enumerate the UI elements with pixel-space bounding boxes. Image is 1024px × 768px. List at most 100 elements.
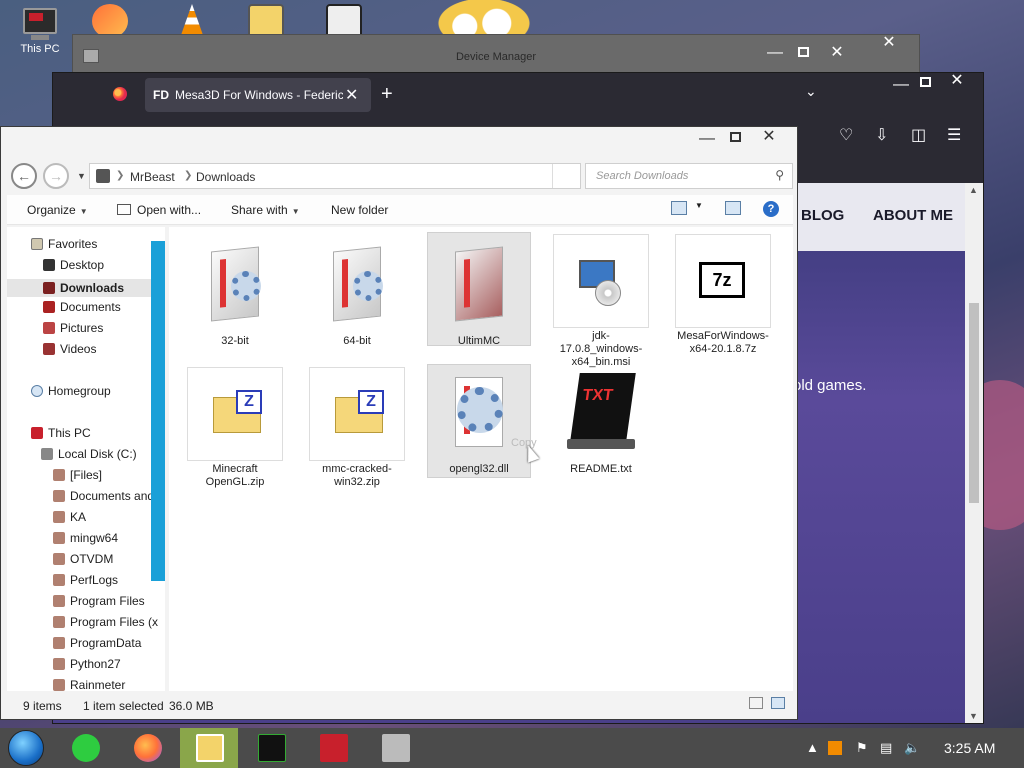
desktop-app-icon[interactable] bbox=[248, 4, 284, 38]
breadcrumb-user[interactable]: MrBeast bbox=[130, 170, 175, 184]
taskbar-app[interactable] bbox=[304, 728, 362, 768]
nav-blog-link[interactable]: BLOG bbox=[801, 207, 844, 224]
minimize-button[interactable]: — bbox=[763, 45, 787, 65]
nav-documents[interactable]: Documents bbox=[43, 300, 121, 314]
taskbar-app[interactable] bbox=[118, 728, 176, 768]
taskbar: ▲ ⚑ ▤ 🔈 3:25 AM bbox=[0, 728, 1024, 768]
volume-icon[interactable]: 🔈 bbox=[904, 740, 920, 756]
nav-folder[interactable]: OTVDM bbox=[53, 552, 113, 566]
vlc-icon[interactable] bbox=[180, 4, 204, 38]
file-item[interactable]: 7z MesaForWindows-x64-20.1.8.7z bbox=[675, 234, 771, 356]
scrollbar-thumb[interactable] bbox=[969, 303, 979, 503]
change-view-icon[interactable] bbox=[671, 201, 687, 215]
search-input[interactable]: Search Downloads ⚲ bbox=[585, 163, 793, 189]
share-with-button[interactable]: Share with ▼ bbox=[231, 203, 300, 217]
nav-downloads[interactable]: Downloads bbox=[7, 279, 151, 297]
tray-app-icon[interactable] bbox=[828, 741, 842, 755]
gear-icon bbox=[353, 271, 383, 301]
file-item[interactable]: 64-bit bbox=[309, 239, 405, 348]
nav-folder[interactable]: KA bbox=[53, 510, 86, 524]
file-item-selected[interactable]: opengl32.dll bbox=[431, 367, 527, 476]
nav-folder[interactable]: Program Files bbox=[53, 594, 145, 608]
close-button[interactable]: ✕ bbox=[945, 73, 969, 93]
file-item[interactable]: 32-bit bbox=[187, 239, 283, 348]
forward-button[interactable]: → bbox=[43, 163, 69, 189]
nav-this-pc[interactable]: This PC bbox=[31, 426, 91, 440]
taskbar-app-active[interactable] bbox=[180, 728, 238, 768]
taskbar-app[interactable] bbox=[366, 728, 424, 768]
new-tab-button[interactable]: + bbox=[381, 83, 393, 106]
search-placeholder: Search Downloads bbox=[596, 170, 689, 182]
nav-folder[interactable]: [Files] bbox=[53, 468, 102, 482]
network-icon[interactable]: ▤ bbox=[880, 740, 892, 756]
navigation-scrollbar[interactable] bbox=[151, 241, 165, 581]
extensions-icon[interactable]: ◫ bbox=[911, 125, 926, 145]
nav-folder[interactable]: Python27 bbox=[53, 657, 121, 671]
address-bar[interactable]: ❯ MrBeast ❯ Downloads bbox=[89, 163, 581, 189]
nav-desktop[interactable]: Desktop bbox=[43, 258, 104, 272]
tab-title: Mesa3D For Windows - Federico bbox=[175, 88, 343, 102]
flag-icon[interactable]: ⚑ bbox=[856, 740, 868, 756]
refresh-button[interactable] bbox=[552, 164, 580, 188]
details-view-icon[interactable] bbox=[749, 697, 763, 709]
file-explorer-window[interactable]: — ✕ ← → ▼ ❯ MrBeast ❯ Downloads Search D… bbox=[0, 126, 798, 720]
preview-pane-icon[interactable] bbox=[725, 201, 741, 215]
nav-pictures[interactable]: Pictures bbox=[43, 321, 103, 335]
tab-close-icon[interactable]: ✕ bbox=[345, 85, 358, 105]
minimize-button[interactable]: — bbox=[889, 77, 913, 97]
desktop-app-icon[interactable] bbox=[326, 4, 362, 38]
close-button[interactable]: ✕ bbox=[877, 35, 901, 55]
browser-tab[interactable]: FD Mesa3D For Windows - Federico ✕ bbox=[145, 78, 371, 112]
file-item[interactable]: Z mmc-cracked-win32.zip bbox=[309, 367, 405, 489]
nav-folder[interactable]: ProgramData bbox=[53, 636, 141, 650]
back-button[interactable]: ← bbox=[11, 163, 37, 189]
minimize-button[interactable]: — bbox=[695, 131, 719, 151]
taskbar-app[interactable] bbox=[56, 728, 114, 768]
view-options-icon[interactable]: ▼ bbox=[695, 201, 703, 210]
pocket-icon[interactable]: ♡ bbox=[839, 125, 853, 145]
hero-text: old games. bbox=[793, 377, 867, 394]
breadcrumb-downloads[interactable]: Downloads bbox=[196, 170, 255, 184]
taskbar-app[interactable] bbox=[242, 728, 300, 768]
new-folder-button[interactable]: New folder bbox=[331, 203, 388, 217]
open-with-button[interactable]: Open with... bbox=[117, 203, 201, 217]
scroll-down-icon[interactable]: ▼ bbox=[969, 711, 978, 721]
maximize-button[interactable] bbox=[913, 75, 937, 95]
nav-local-disk[interactable]: Local Disk (C:) bbox=[41, 447, 137, 461]
desktop-this-pc[interactable]: This PC bbox=[14, 8, 66, 55]
maximize-button[interactable] bbox=[723, 130, 747, 150]
nav-homegroup[interactable]: Homegroup bbox=[31, 384, 111, 398]
close-button[interactable]: ✕ bbox=[825, 45, 849, 65]
nav-folder[interactable]: PerfLogs bbox=[53, 573, 118, 587]
nav-folder[interactable]: mingw64 bbox=[53, 531, 118, 545]
nav-videos[interactable]: Videos bbox=[43, 342, 96, 356]
clock[interactable]: 3:25 AM bbox=[944, 740, 995, 756]
nav-folder[interactable]: Documents and bbox=[53, 489, 154, 503]
file-item[interactable]: TXT README.txt bbox=[553, 367, 649, 476]
file-item[interactable]: UltimMC bbox=[431, 239, 527, 348]
file-name: Minecraft OpenGL.zip bbox=[205, 463, 265, 488]
page-scrollbar[interactable]: ▲ ▼ bbox=[965, 183, 983, 723]
nav-folder[interactable]: Program Files (x bbox=[53, 615, 158, 629]
device-manager-icon bbox=[382, 734, 410, 762]
start-button[interactable] bbox=[8, 730, 44, 766]
desktop-app-icon[interactable] bbox=[92, 4, 128, 38]
large-icons-view-icon[interactable] bbox=[771, 697, 785, 709]
file-item[interactable]: Z Minecraft OpenGL.zip bbox=[187, 367, 283, 489]
menu-icon[interactable]: ☰ bbox=[947, 125, 961, 145]
cd-icon bbox=[595, 280, 621, 306]
list-tabs-button[interactable]: ⌄ bbox=[805, 83, 817, 100]
maximize-button[interactable] bbox=[791, 45, 815, 65]
scroll-up-icon[interactable]: ▲ bbox=[969, 185, 978, 195]
file-item[interactable]: jdk-17.0.8_windows-x64_bin.msi bbox=[553, 234, 649, 369]
nav-about-link[interactable]: ABOUT ME bbox=[873, 207, 953, 224]
organize-button[interactable]: Organize ▼ bbox=[27, 203, 88, 217]
device-manager-window[interactable]: Device Manager — ✕ ✕ bbox=[72, 34, 920, 74]
help-icon[interactable]: ? bbox=[763, 201, 779, 217]
close-button[interactable]: ✕ bbox=[757, 129, 781, 149]
recent-locations-icon[interactable]: ▼ bbox=[77, 171, 86, 181]
show-hidden-icons-icon[interactable]: ▲ bbox=[806, 740, 819, 755]
nav-folder[interactable]: Rainmeter bbox=[53, 678, 125, 691]
nav-favorites[interactable]: Favorites bbox=[31, 237, 97, 251]
downloads-icon[interactable]: ⇩ bbox=[875, 125, 888, 145]
